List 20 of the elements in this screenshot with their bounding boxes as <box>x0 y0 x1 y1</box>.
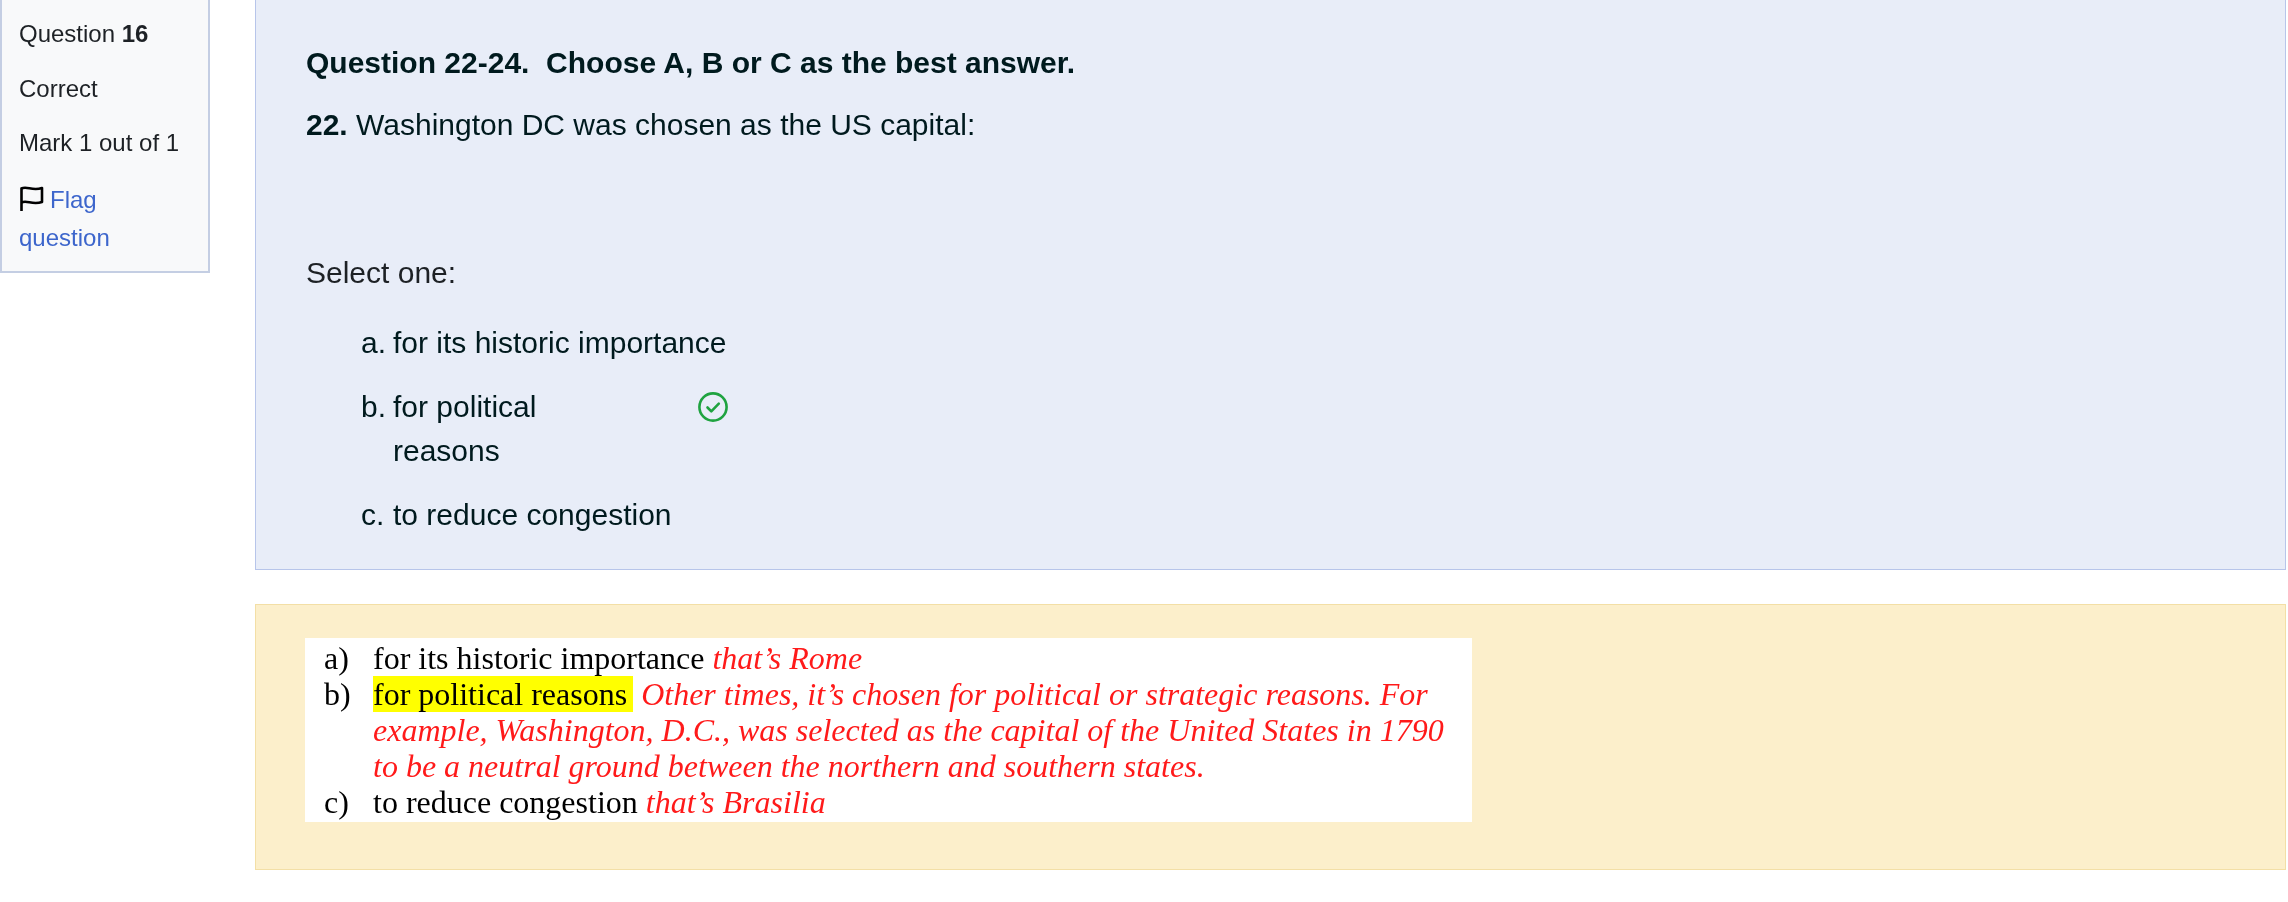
option-letter: c. <box>361 497 386 533</box>
option-text: for political reasons <box>393 389 538 469</box>
option-text: for its historic importance <box>393 325 727 361</box>
list-marker: a) <box>324 640 350 676</box>
list-marker: b) <box>324 676 352 712</box>
feedback-text: for political reasons Other times, it’s chosen for political or strategic reasons. For example, Washington, D.C., was selected as the capital of the United States in 1790 to be a neutral ground between the northern and southern states. <box>373 676 1445 784</box>
question-heading: Question 22-24. Choose A, B or C as the best answer. <box>306 45 1076 81</box>
status-text: Correct <box>19 74 98 104</box>
feedback-text: to reduce congestion that’s Brasilia <box>373 784 826 820</box>
flag-question-link[interactable]: Flag question <box>19 181 179 257</box>
list-marker: c) <box>324 784 350 820</box>
option-letter: b. <box>361 389 388 425</box>
prompt-text: Select one: <box>306 255 457 291</box>
question-number: Question 16 <box>19 19 149 49</box>
option-letter: a. <box>361 325 388 361</box>
mark-text: Mark 1 out of 1 <box>19 128 180 158</box>
feedback-text: for its historic importance that’s Rome <box>373 640 863 676</box>
question-text: 22. Washington DC was chosen as the US capital: <box>306 107 976 143</box>
option-text: to reduce congestion <box>393 497 672 533</box>
flag-icon[interactable] <box>19 185 44 212</box>
